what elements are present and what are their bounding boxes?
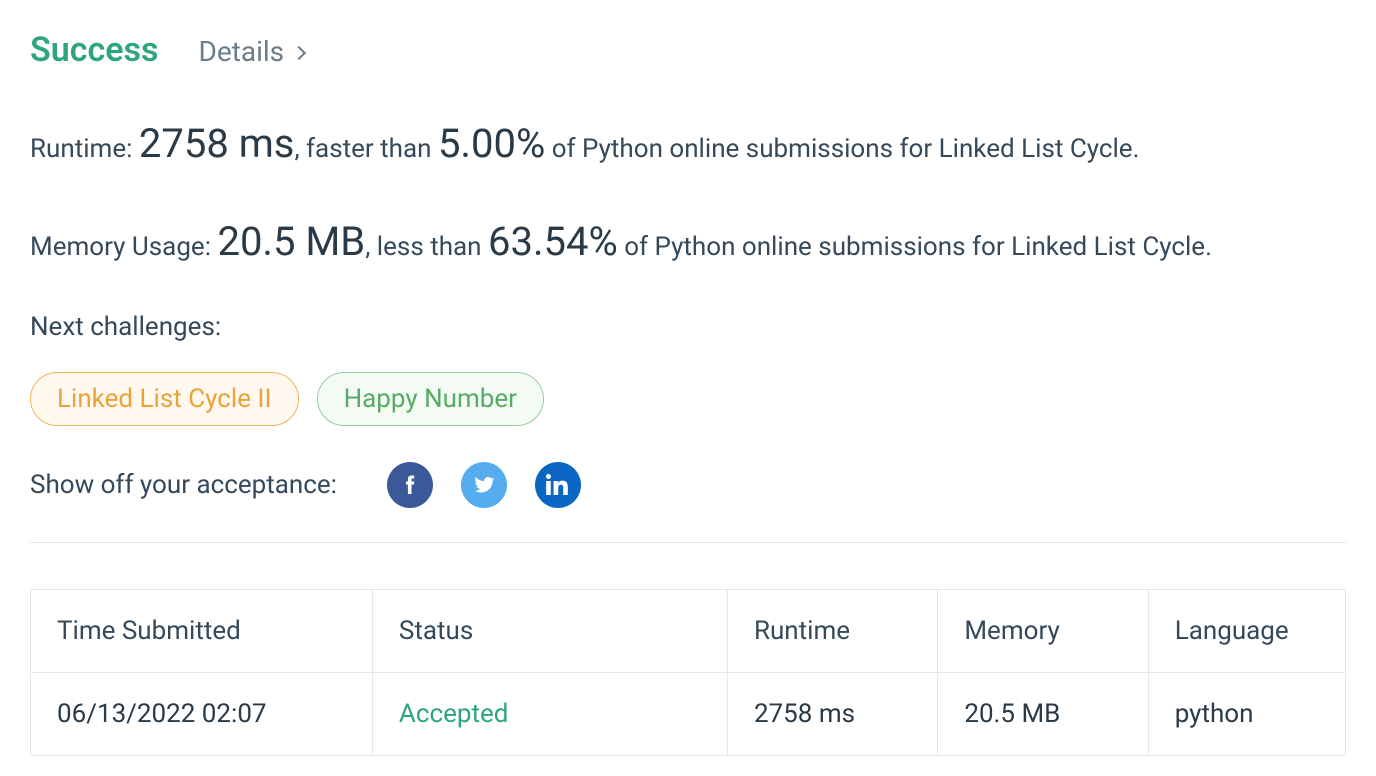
memory-mid: , less than [365, 232, 488, 262]
memory-stat-line: Memory Usage: 20.5 MB, less than 63.54% … [30, 214, 1346, 270]
challenge-linked-list-cycle-ii[interactable]: Linked List Cycle II [30, 372, 299, 426]
table-row: 06/13/2022 02:07 Accepted 2758 ms 20.5 M… [31, 673, 1346, 756]
runtime-prefix: Runtime: [30, 134, 139, 164]
divider [30, 542, 1346, 543]
cell-memory: 20.5 MB [938, 673, 1148, 756]
facebook-icon [398, 473, 422, 497]
memory-suffix: of Python online submissions for Linked … [618, 232, 1212, 262]
twitter-icon [472, 473, 496, 497]
col-header-runtime: Runtime [727, 590, 937, 673]
memory-prefix: Memory Usage: [30, 232, 217, 262]
linkedin-share-button[interactable] [535, 462, 581, 508]
social-icons [387, 462, 581, 508]
cell-language: python [1148, 673, 1345, 756]
runtime-suffix: of Python online submissions for Linked … [545, 134, 1139, 164]
col-header-memory: Memory [938, 590, 1148, 673]
chevron-right-icon [292, 45, 306, 59]
runtime-value: 2758 ms [139, 120, 295, 167]
status-accepted-link[interactable]: Accepted [399, 699, 509, 729]
success-label: Success [30, 30, 158, 70]
memory-value: 20.5 MB [217, 218, 365, 265]
details-link[interactable]: Details [198, 35, 304, 68]
twitter-share-button[interactable] [461, 462, 507, 508]
linkedin-icon [546, 473, 570, 497]
cell-runtime: 2758 ms [727, 673, 937, 756]
runtime-stat-line: Runtime: 2758 ms, faster than 5.00% of P… [30, 116, 1346, 172]
facebook-share-button[interactable] [387, 462, 433, 508]
col-header-status: Status [372, 590, 727, 673]
col-header-time: Time Submitted [31, 590, 373, 673]
runtime-percent: 5.00% [438, 120, 545, 167]
col-header-language: Language [1148, 590, 1345, 673]
memory-percent: 63.54% [488, 218, 618, 265]
cell-status: Accepted [372, 673, 727, 756]
submissions-table: Time Submitted Status Runtime Memory Lan… [30, 589, 1346, 756]
challenge-happy-number[interactable]: Happy Number [317, 372, 544, 426]
next-challenges-label: Next challenges: [30, 312, 1346, 342]
table-header-row: Time Submitted Status Runtime Memory Lan… [31, 590, 1346, 673]
runtime-mid: , faster than [294, 134, 438, 164]
share-label: Show off your acceptance: [30, 470, 337, 500]
details-label: Details [198, 35, 284, 68]
result-header: Success Details [30, 30, 1346, 70]
challenge-pill-row: Linked List Cycle II Happy Number [30, 372, 1346, 426]
share-row: Show off your acceptance: [30, 462, 1346, 508]
cell-time: 06/13/2022 02:07 [31, 673, 373, 756]
